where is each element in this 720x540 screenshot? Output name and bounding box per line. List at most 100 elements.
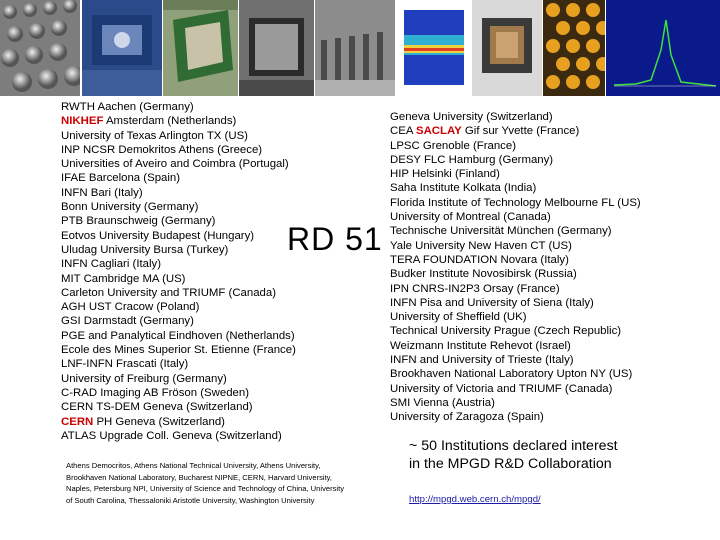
institution-name: University of Freiburg (Germany) <box>61 372 227 385</box>
institution-name: SMI Vienna (Austria) <box>390 396 495 409</box>
right-institution-15: University of Sheffield (UK) <box>390 310 641 324</box>
institution-name: ATLAS Upgrade Coll. Geneva (Switzerland) <box>61 429 282 442</box>
image-banner <box>0 0 720 98</box>
left-institution-list: RWTH Aachen (Germany) NIKHEF Amsterdam (N… <box>61 100 296 443</box>
hardware-image <box>239 0 314 96</box>
right-institution-17: Weizmann Institute Rehevot (Israel) <box>390 339 641 353</box>
right-institution-4: DESY FLC Hamburg (Germany) <box>390 153 641 167</box>
right-institution-6: Saha Institute Kolkata (India) <box>390 181 641 195</box>
left-institution-5: Universities of Aveiro and Coimbra (Port… <box>61 157 296 171</box>
declared-line-1: ~ 50 Institutions declared interest <box>409 438 618 454</box>
institution-highlight: SACLAY <box>415 125 462 138</box>
right-institution-9: Technische Universität München (Germany) <box>390 224 641 238</box>
right-institution-8: University of Montreal (Canada) <box>390 210 641 224</box>
honeycomb-image <box>543 0 605 96</box>
right-institution-11: TERA FOUNDATION Novara (Italy) <box>390 253 641 267</box>
declared-line-2: in the MPGD R&D Collaboration <box>409 456 612 472</box>
institution-highlight: CERN <box>61 415 94 428</box>
institution-name: Technische Universität München (Germany) <box>390 225 612 238</box>
left-institution-20: University of Freiburg (Germany) <box>61 372 296 386</box>
institution-name: Weizmann Institute Rehevot (Israel) <box>390 339 571 352</box>
right-institution-16: Technical University Prague (Czech Repub… <box>390 324 641 338</box>
left-institution-1: RWTH Aachen (Germany) <box>61 100 296 114</box>
institution-name: INFN and University of Trieste (Italy) <box>390 354 574 367</box>
institution-highlight: NIKHEF <box>61 115 104 128</box>
right-institution-12: Budker Institute Novosibirsk (Russia) <box>390 267 641 281</box>
institution-name: C-RAD Imaging AB Fröson (Sweden) <box>61 386 250 399</box>
institution-name: HIP Helsinki (Finland) <box>390 168 500 181</box>
right-institution-18: INFN and University of Trieste (Italy) <box>390 353 641 367</box>
institution-name: Ecole des Mines Superior St. Etienne (Fr… <box>61 344 296 357</box>
institution-name: Technical University Prague (Czech Repub… <box>390 325 622 338</box>
institution-name: University of Texas Arlington TX (US) <box>61 129 248 142</box>
right-institution-19: Brookhaven National Laboratory Upton NY … <box>390 367 641 381</box>
left-institution-2: NIKHEF Amsterdam (Netherlands) <box>61 114 296 128</box>
left-institution-11: Uludag University Bursa (Turkey) <box>61 243 296 257</box>
left-institution-15: AGH UST Cracow (Poland) <box>61 300 296 314</box>
left-institution-16: GSI Darmstadt (Germany) <box>61 314 296 328</box>
left-institution-12: INFN Cagliari (Italy) <box>61 257 296 271</box>
institution-name: Gif sur Yvette (France) <box>461 125 580 138</box>
institution-name: TERA FOUNDATION Novara (Italy) <box>390 253 569 266</box>
right-institution-7: Florida Institute of Technology Melbourn… <box>390 196 641 210</box>
declared-interest-text: ~ 50 Institutions declared interest in t… <box>409 437 618 473</box>
left-institution-8: Bonn University (Germany) <box>61 200 296 214</box>
institution-name: RWTH Aachen (Germany) <box>61 101 194 113</box>
institution-name: Bonn University (Germany) <box>61 201 199 214</box>
right-institution-1: Geneva University (Switzerland) <box>390 110 641 124</box>
left-institution-14: Carleton University and TRIUMF (Canada) <box>61 286 296 300</box>
left-institution-4: INP NCSR Demokritos Athens (Greece) <box>61 143 296 157</box>
heatmap-image <box>396 0 471 96</box>
right-institution-list: Geneva University (Switzerland) CEA SACLA… <box>390 110 641 425</box>
institution-name: INFN Bari (Italy) <box>61 186 143 199</box>
left-institution-18: Ecole des Mines Superior St. Etienne (Fr… <box>61 343 296 357</box>
institution-name: University of Sheffield (UK) <box>390 311 527 324</box>
chip-image <box>472 0 542 96</box>
right-institution-22: University of Zaragoza (Spain) <box>390 410 641 424</box>
right-institution-3: LPSC Grenoble (France) <box>390 139 641 153</box>
mpgd-website-link[interactable]: http://mpgd.web.cern.ch/mpgd/ <box>409 494 541 505</box>
right-institution-2: CEA SACLAY Gif sur Yvette (France) <box>390 124 641 138</box>
institution-name: University of Montreal (Canada) <box>390 211 551 224</box>
left-institution-13: MIT Cambridge MA (US) <box>61 272 296 286</box>
left-institution-3: University of Texas Arlington TX (US) <box>61 129 296 143</box>
right-institution-5: HIP Helsinki (Finland) <box>390 167 641 181</box>
institution-name: INFN Cagliari (Italy) <box>61 258 161 271</box>
collaboration-title: RD 51 <box>285 219 385 259</box>
institution-prefix: CEA <box>390 125 416 138</box>
right-institution-13: IPN CNRS-IN2P3 Orsay (France) <box>390 282 641 296</box>
institution-name: Amsterdam (Netherlands) <box>103 115 237 128</box>
institution-name: University of Zaragoza (Spain) <box>390 411 544 424</box>
institution-name: LNF-INFN Frascati (Italy) <box>61 358 189 371</box>
left-institution-9: PTB Braunschweig (Germany) <box>61 214 296 228</box>
left-institution-21: C-RAD Imaging AB Fröson (Sweden) <box>61 386 296 400</box>
institution-name: IFAE Barcelona (Spain) <box>61 172 181 185</box>
institution-name: IPN CNRS-IN2P3 Orsay (France) <box>390 282 560 295</box>
institution-name: Uludag University Bursa (Turkey) <box>61 243 229 256</box>
institution-name: PGE and Panalytical Eindhoven (Netherlan… <box>61 329 295 342</box>
institution-name: Universities of Aveiro and Coimbra (Port… <box>61 158 289 171</box>
institution-name: AGH UST Cracow (Poland) <box>61 301 200 314</box>
institution-name: CERN TS-DEM Geneva (Switzerland) <box>61 401 253 414</box>
right-institution-14: INFN Pisa and University of Siena (Italy… <box>390 296 641 310</box>
institution-name: Yale University New Haven CT (US) <box>390 239 572 252</box>
institution-name: GSI Darmstadt (Germany) <box>61 315 194 328</box>
institution-name: Geneva University (Switzerland) <box>390 111 553 123</box>
sem-pillars-image <box>315 0 395 96</box>
mesh-image <box>0 0 80 96</box>
left-institution-17: PGE and Panalytical Eindhoven (Netherlan… <box>61 329 296 343</box>
institution-name: MIT Cambridge MA (US) <box>61 272 186 285</box>
institution-name: Carleton University and TRIUMF (Canada) <box>61 286 277 299</box>
left-institution-19: LNF-INFN Frascati (Italy) <box>61 357 296 371</box>
left-institution-10: Eotvos University Budapest (Hungary) <box>61 229 296 243</box>
setup-image <box>82 0 162 96</box>
right-institution-21: SMI Vienna (Austria) <box>390 396 641 410</box>
institution-name: Saha Institute Kolkata (India) <box>390 182 537 195</box>
institution-name: PTB Braunschweig (Germany) <box>61 215 216 228</box>
detector-frame-image <box>163 0 238 96</box>
institution-name: University of Victoria and TRIUMF (Canad… <box>390 382 613 395</box>
right-institution-10: Yale University New Haven CT (US) <box>390 239 641 253</box>
spectrum-image <box>606 0 720 96</box>
institution-name: PH Geneva (Switzerland) <box>93 415 225 428</box>
left-institution-22: CERN TS-DEM Geneva (Switzerland) <box>61 400 296 414</box>
